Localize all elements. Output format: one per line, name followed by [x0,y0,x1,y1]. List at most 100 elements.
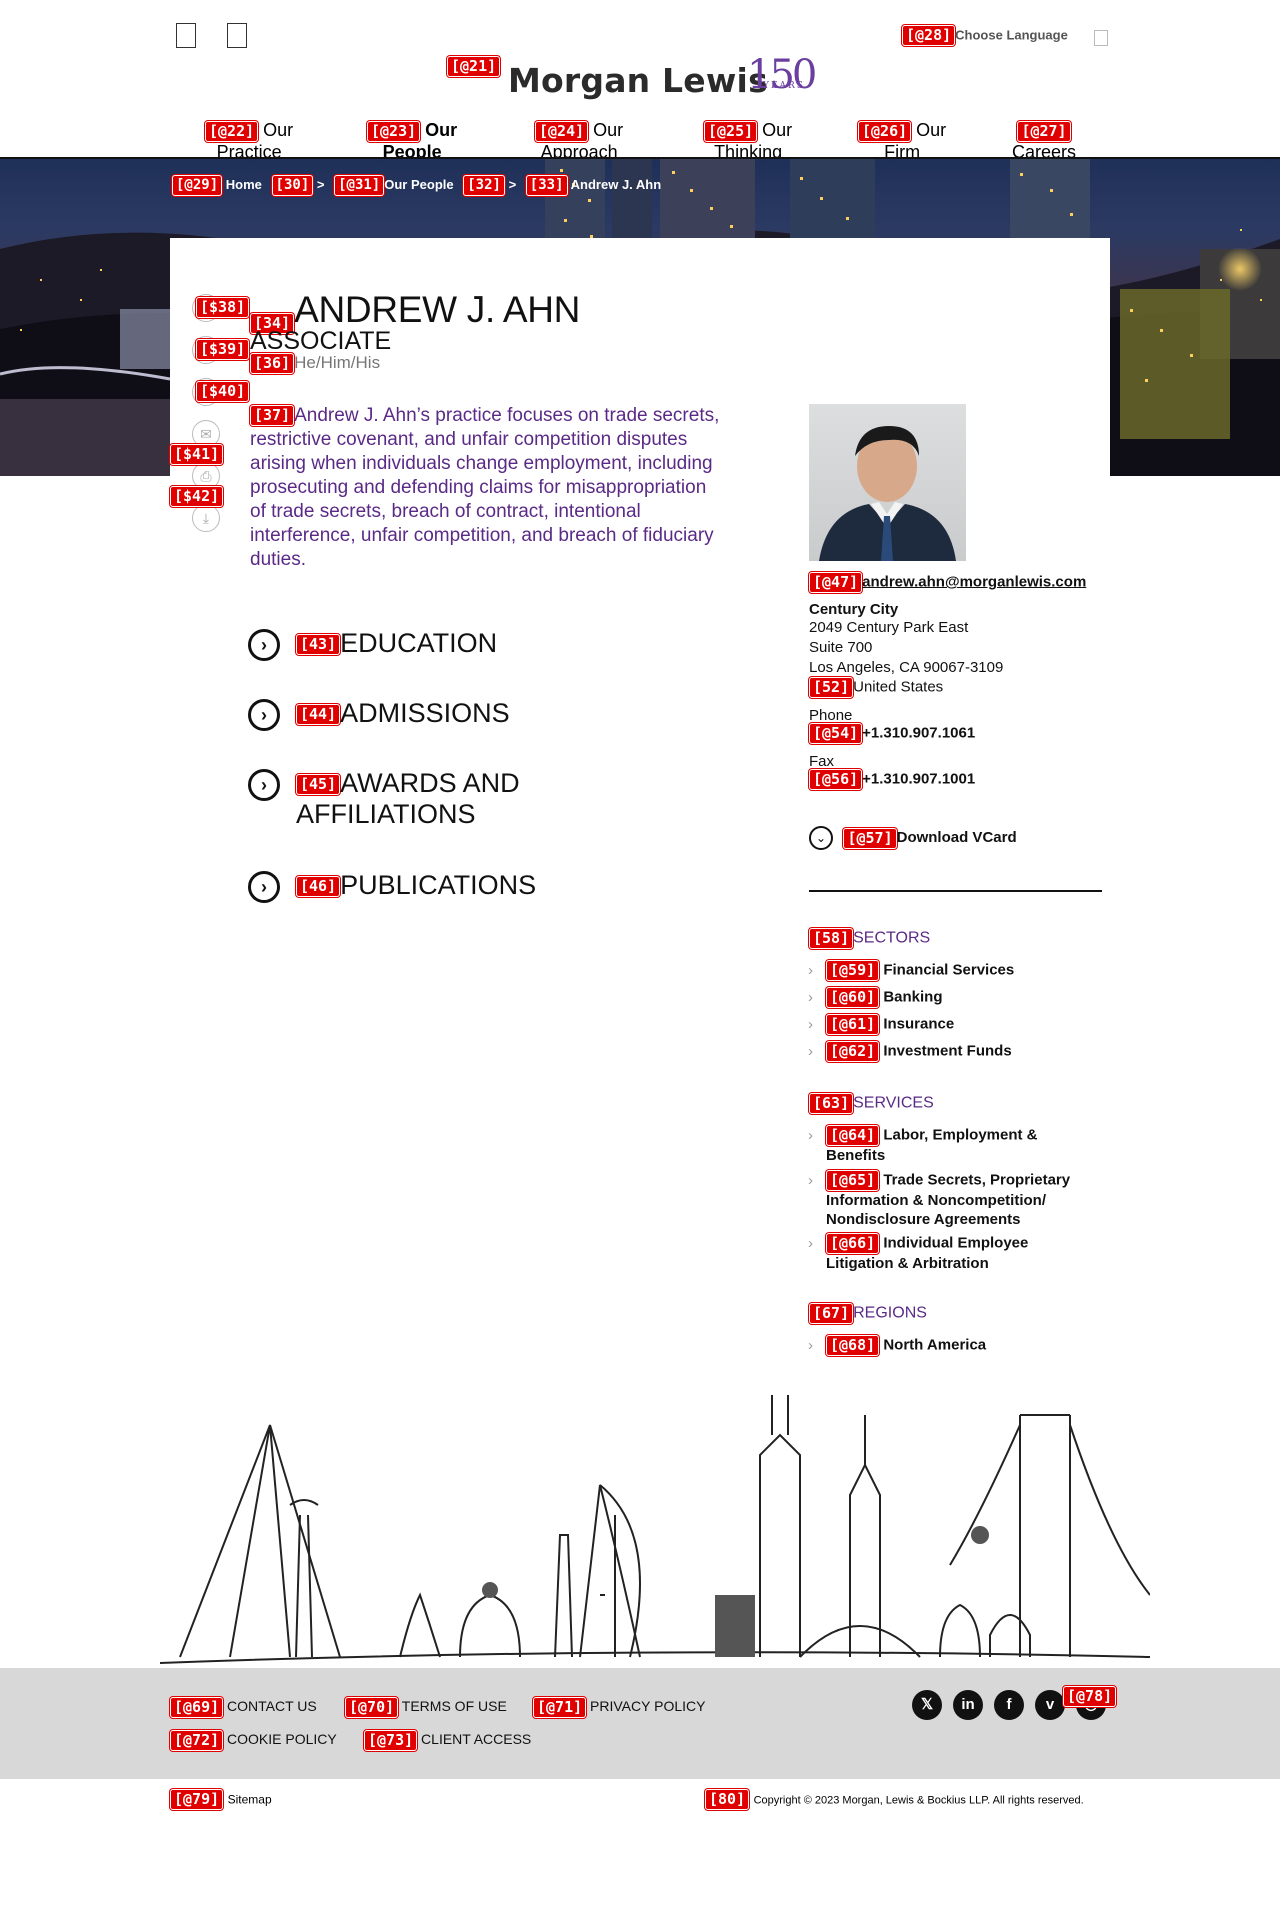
breadcrumb-current: Andrew J. Ahn [570,176,662,192]
fax-tag: [@56] [809,769,863,790]
breadcrumb-current-tag: [33] [525,175,568,196]
linkedin-icon[interactable]: in [953,1690,983,1720]
breadcrumb-separator: > [316,176,325,192]
regions-item[interactable]: › [@68] North America [808,1335,1098,1356]
section-tag: [46] [296,876,341,898]
regions-item-label: North America [883,1336,987,1354]
nav-tag: [@23] [367,120,421,142]
anniversary-label: YEARS [763,81,805,91]
footer-link[interactable]: [@69] CONTACT US [170,1697,317,1718]
breadcrumb-home-tag: [@29] [172,175,223,196]
services-heading: [63] SERVICES [809,1093,934,1114]
section-tag: [43] [296,634,341,656]
sectors-item[interactable]: › [@60] Banking [808,987,1098,1008]
nav-tag: [@27] [1017,120,1071,142]
footer-link-label: PRIVACY POLICY [590,1698,706,1715]
services-heading-label: SERVICES [853,1094,934,1112]
share-tag-40: [$40] [196,381,250,402]
accordion-section[interactable]: › [46] PUBLICATIONS [248,870,656,903]
contact-email-row: [@47] andrew.ahn@morganlewis.com [809,572,1086,593]
phone-link[interactable]: +1.310.907.1061 [862,724,975,741]
accordion-section[interactable]: › [45] AWARDS AND AFFILIATIONS [248,768,656,830]
footer-link-tag: [@70] [345,1697,399,1718]
accordion-section[interactable]: › [44] ADMISSIONS [248,698,656,731]
facebook-icon[interactable]: f [994,1690,1024,1720]
nav-item-top: [@24] Our [535,120,623,142]
regions-heading-label: REGIONS [853,1304,927,1322]
language-tag: [@28] [902,25,956,46]
footer-link-tag: [@69] [170,1697,224,1718]
sidebar-divider [809,890,1102,892]
header-box-left[interactable] [176,23,196,48]
sectors-item[interactable]: › [@61] Insurance [808,1014,1098,1035]
chevron-right-icon: › [808,1127,813,1144]
section-title: [44] ADMISSIONS [296,698,656,729]
services-item[interactable]: › [@65] Trade Secrets, Proprietary Inform… [808,1170,1098,1229]
attorney-portrait [819,426,956,561]
email-tag: [@47] [809,572,863,593]
profile-pronouns: He/Him/His [294,353,381,372]
sectors-item-tag: [@61] [826,1014,880,1035]
sitemap-link[interactable]: Sitemap [228,1793,272,1807]
sectors-item-tag: [@62] [826,1041,880,1062]
footer-link[interactable]: [@71] PRIVACY POLICY [533,1697,705,1718]
footer-link-tag: [@71] [533,1697,587,1718]
vimeo-icon[interactable]: v [1035,1690,1065,1720]
download-pdf-icon[interactable]: ⤓ [192,504,220,532]
office-country: United States [853,678,944,696]
services-item[interactable]: › [@64] Labor, Employment & Benefits [808,1125,1098,1165]
language-checkbox[interactable] [1094,30,1108,46]
vcard-download[interactable]: ⌄ [@57] Download VCard [809,826,1017,850]
accordion-section[interactable]: › [43] EDUCATION [248,628,656,661]
pronouns-tag: [36] [250,353,295,375]
bio-text: Andrew J. Ahn’s practice focuses on trad… [250,405,720,570]
vcard-tag: [@57] [843,827,897,849]
sectors-item[interactable]: › [@62] Investment Funds [808,1041,1098,1062]
sectors-item-label: Investment Funds [883,1042,1012,1060]
section-label: EDUCATION [340,628,498,658]
header-box-right[interactable] [227,23,247,48]
nav-label-line1: Our [263,120,294,140]
bio-tag: [37] [250,405,295,427]
nav-item-top: [@26] Our [858,120,946,142]
breadcrumb-our-people[interactable]: Our People [384,177,453,192]
copyright-tag: [80] [705,1789,750,1810]
footer-link[interactable]: [@73] CLIENT ACCESS [364,1730,531,1751]
share-tag-39: [$39] [196,339,250,360]
logo-tag: [@21] [447,56,501,77]
sectors-heading-tag: [58] [809,928,854,949]
footer-bar [0,1668,1280,1779]
sectors-item-label: Financial Services [883,961,1015,979]
regions-item-tag: [@68] [826,1335,880,1356]
share-tag-42: [$42] [170,486,224,507]
fax-link[interactable]: +1.310.907.1001 [862,770,975,787]
sitemap-tag: [@79] [170,1789,224,1810]
chevron-right-icon: › [808,1043,813,1060]
breadcrumb: [@29] Home [30] > [@31] Our People [32] >… [172,175,661,196]
x-icon[interactable]: 𝕏 [912,1690,942,1720]
language-selector[interactable]: [@28] Choose Language [902,25,1068,46]
phone-row: [@54] +1.310.907.1061 [809,723,975,744]
chevron-right-icon: › [808,1016,813,1033]
footer-link[interactable]: [@72] COOKIE POLICY [170,1730,337,1751]
breadcrumb-home[interactable]: Home [226,177,262,192]
sectors-heading-label: SECTORS [853,929,931,947]
email-link[interactable]: andrew.ahn@morganlewis.com [862,573,1086,590]
sectors-item[interactable]: › [@59] Financial Services [808,960,1098,981]
choose-language-label: Choose Language [955,27,1068,43]
footer-link-label: COOKIE POLICY [227,1731,337,1748]
nav-item-top: [@27] [1012,120,1076,142]
chevron-right-icon: › [808,1172,813,1189]
nav-label-line1: Our [425,120,458,140]
chevron-right-circle-icon: › [248,871,280,903]
chevron-right-icon: › [808,989,813,1006]
footer-link-tag: [@73] [364,1730,418,1751]
footer-link-label: TERMS OF USE [401,1698,507,1715]
breadcrumb-sep-tag: [30] [271,175,314,196]
office-address-3: Los Angeles, CA 90067-3109 [809,659,1004,676]
services-item[interactable]: › [@66] Individual Employee Litigation & … [808,1233,1098,1273]
footer-link[interactable]: [@70] TERMS OF USE [345,1697,507,1718]
services-heading-tag: [63] [809,1093,854,1114]
chevron-right-icon: › [808,962,813,979]
nav-item-top: [@22] Our [205,120,293,142]
